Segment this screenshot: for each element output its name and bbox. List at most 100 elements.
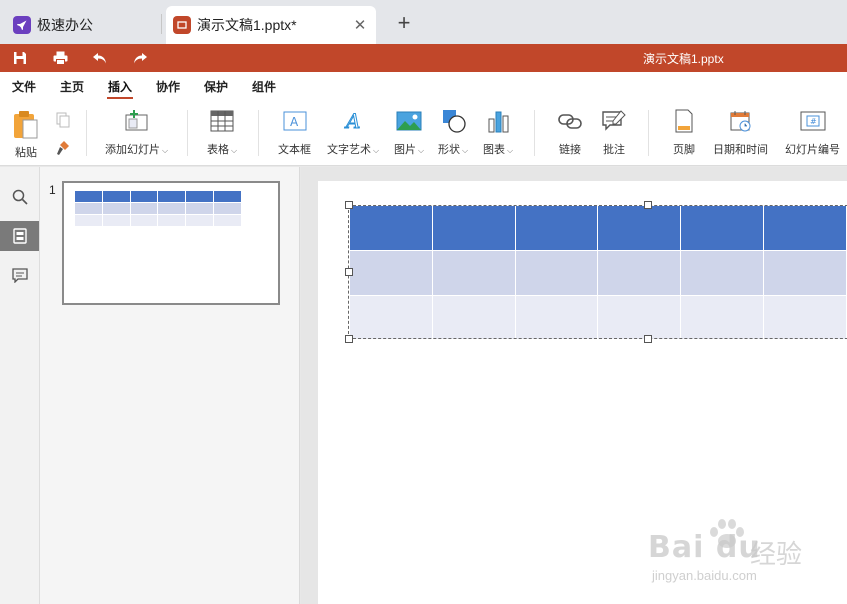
shape-caret-icon[interactable]: ⌵ [462, 146, 468, 155]
comment-label: 批注 [603, 144, 625, 156]
table-cell[interactable] [680, 295, 765, 340]
ribbon-separator [258, 110, 259, 156]
link-button[interactable]: 链接 [556, 108, 584, 157]
resize-handle-middle-left[interactable] [345, 268, 353, 276]
watermark-brand-cn: 经验 [750, 539, 803, 569]
table-cell[interactable] [431, 205, 516, 251]
format-painter-icon[interactable] [55, 140, 71, 159]
ribbon-separator [648, 110, 649, 156]
datetime-button[interactable]: 日期和时间 [713, 108, 768, 157]
table-cell[interactable] [763, 250, 847, 296]
add-slide-label: 添加幻灯片 [105, 144, 160, 156]
textbox-button[interactable]: A 文本框 [278, 108, 311, 157]
tab-bar: 极速办公 演示文稿1.pptx* ✕ + [0, 0, 847, 44]
calendar-clock-icon [727, 108, 755, 134]
save-icon[interactable] [11, 49, 29, 67]
slide-number-button[interactable]: # 幻灯片编号 [785, 108, 840, 157]
comments-panel-icon[interactable] [0, 260, 39, 290]
undo-icon[interactable] [91, 49, 109, 67]
menu-components[interactable]: 组件 [252, 78, 276, 95]
paste-button[interactable]: 粘贴 [12, 110, 40, 160]
table-cell[interactable] [349, 250, 433, 296]
redo-icon[interactable] [131, 49, 149, 67]
slide-table[interactable] [349, 205, 847, 340]
table-cell[interactable] [514, 205, 599, 251]
resize-handle-top-left[interactable] [345, 201, 353, 209]
add-slide-caret-icon[interactable]: ⌵ [162, 146, 168, 155]
picture-caret-icon[interactable]: ⌵ [418, 146, 424, 155]
table-caret-icon[interactable]: ⌵ [231, 146, 237, 155]
resize-handle-top-center[interactable] [644, 201, 652, 209]
menu-collaborate[interactable]: 协作 [156, 78, 180, 95]
add-slide-button[interactable]: 添加幻灯片 ⌵ [105, 108, 168, 157]
table-icon [208, 108, 236, 134]
menu-home[interactable]: 主页 [60, 78, 84, 95]
table-cell[interactable] [349, 205, 433, 251]
thumbnail-table-preview [74, 190, 242, 227]
slide-thumbnail[interactable] [62, 181, 280, 305]
watermark-brand: Bai du [648, 530, 761, 565]
table-cell[interactable] [763, 205, 847, 251]
table-cell[interactable] [763, 295, 847, 340]
table-cell[interactable] [597, 250, 682, 296]
menu-file[interactable]: 文件 [12, 78, 36, 95]
table-cell[interactable] [431, 295, 516, 340]
menu-insert[interactable]: 插入 [108, 78, 132, 95]
tab-separator [161, 14, 162, 34]
slide-thumbnail-number: 1 [49, 183, 56, 197]
ribbon-separator [187, 110, 188, 156]
table-cell[interactable] [680, 205, 765, 251]
watermark-url: jingyan.baidu.com [652, 568, 757, 583]
comment-button[interactable]: 批注 [600, 108, 628, 157]
chart-label: 图表 [483, 144, 505, 156]
copy-icon[interactable] [55, 112, 71, 131]
text-art-caret-icon[interactable]: ⌵ [373, 146, 379, 155]
tab-document[interactable]: 演示文稿1.pptx* ✕ [166, 6, 376, 44]
svg-text:#: # [810, 117, 817, 126]
chart-button[interactable]: 图表 ⌵ [483, 108, 513, 157]
table-cell[interactable] [680, 250, 765, 296]
shape-button[interactable]: 形状 ⌵ [438, 108, 468, 157]
textbox-icon: A [281, 108, 309, 134]
link-label: 链接 [559, 144, 581, 156]
slide-number-label: 幻灯片编号 [785, 144, 840, 156]
table-cell[interactable] [514, 250, 599, 296]
new-tab-button[interactable]: + [393, 12, 415, 35]
table-cell[interactable] [514, 295, 599, 340]
tab-document-label: 演示文稿1.pptx* [197, 17, 297, 33]
table-cell[interactable] [597, 295, 682, 340]
comment-icon [600, 108, 628, 134]
document-title: 演示文稿1.pptx [643, 52, 724, 66]
paste-icon [12, 110, 40, 140]
slide-number-icon: # [799, 108, 827, 134]
chart-caret-icon[interactable]: ⌵ [507, 146, 513, 155]
svg-text:A: A [344, 110, 360, 132]
slide-thumbnail-panel: 1 [40, 167, 300, 604]
footer-button[interactable]: 页脚 [670, 108, 698, 157]
left-rail [0, 167, 40, 604]
add-slide-icon [123, 108, 151, 134]
picture-button[interactable]: 图片 ⌵ [394, 108, 424, 157]
resize-handle-bottom-left[interactable] [345, 335, 353, 343]
search-icon[interactable] [0, 182, 39, 212]
print-icon[interactable] [51, 49, 69, 67]
text-art-button[interactable]: A 文字艺术 ⌵ [327, 108, 379, 157]
ribbon-separator [86, 110, 87, 156]
svg-text:A: A [290, 115, 299, 129]
text-art-label: 文字艺术 [327, 144, 371, 156]
rocket-app-icon [13, 16, 31, 34]
datetime-label: 日期和时间 [713, 144, 768, 156]
slides-panel-icon[interactable] [0, 221, 39, 251]
table-cell[interactable] [431, 250, 516, 296]
table-cell[interactable] [349, 295, 433, 340]
table-cell[interactable] [597, 205, 682, 251]
text-art-icon: A [339, 108, 367, 134]
shape-label: 形状 [438, 144, 460, 156]
resize-handle-bottom-center[interactable] [644, 335, 652, 343]
shape-icon [439, 108, 467, 134]
table-button[interactable]: 表格 ⌵ [207, 108, 237, 157]
table-header-row [349, 205, 847, 251]
tab-home[interactable]: 极速办公 [6, 6, 156, 44]
close-tab-icon[interactable]: ✕ [350, 15, 370, 35]
menu-protect[interactable]: 保护 [204, 78, 228, 95]
